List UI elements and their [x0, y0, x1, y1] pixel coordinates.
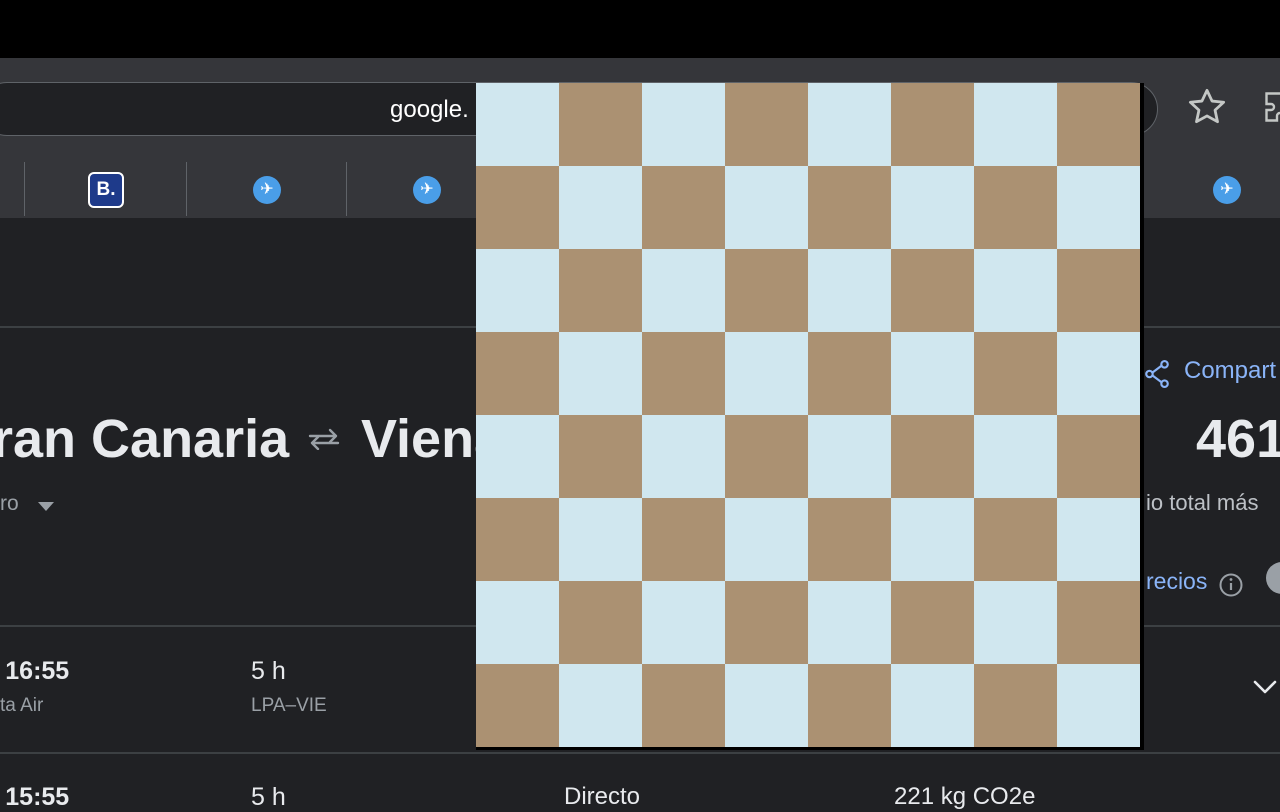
board-square: [1057, 581, 1140, 664]
board-square: [559, 332, 642, 415]
board-square: [476, 166, 559, 249]
board-square: [476, 249, 559, 332]
lowest-price: 461: [1196, 409, 1280, 469]
board-square: [891, 415, 974, 498]
board-square: [559, 664, 642, 747]
board-square: [725, 83, 808, 166]
board-square: [559, 83, 642, 166]
board-square: [642, 249, 725, 332]
flight-emissions: 221 kg CO2e: [894, 783, 1036, 810]
board-square: [725, 332, 808, 415]
bookmark-separator: [186, 162, 187, 216]
board-square: [891, 249, 974, 332]
board-square: [559, 581, 642, 664]
board-square: [1057, 332, 1140, 415]
board-square: [974, 166, 1057, 249]
board-square: [642, 664, 725, 747]
puzzle-icon[interactable]: [1262, 88, 1280, 126]
board-square: [559, 498, 642, 581]
board-square: [476, 581, 559, 664]
board-square: [642, 166, 725, 249]
board-square: [891, 83, 974, 166]
board-square: [642, 581, 725, 664]
bookmark-airplane-icon[interactable]: ✈: [1213, 176, 1241, 204]
board-square: [1057, 83, 1140, 166]
board-square: [808, 498, 891, 581]
board-square: [642, 415, 725, 498]
flight-times[interactable]: - 16:55: [0, 657, 69, 686]
flight-duration: 5 h: [251, 783, 286, 811]
flight-airline: ta Air: [0, 695, 44, 716]
board-square: [974, 83, 1057, 166]
swap-arrows-icon: [308, 428, 340, 450]
board-square: [1057, 498, 1140, 581]
board-square: [559, 249, 642, 332]
board-square: [974, 581, 1057, 664]
bookmark-airplane-icon[interactable]: ✈: [413, 176, 441, 204]
board-square: [725, 249, 808, 332]
board-square: [1057, 415, 1140, 498]
board-square: [725, 498, 808, 581]
board-square: [1057, 249, 1140, 332]
board-square: [891, 332, 974, 415]
board-square: [476, 664, 559, 747]
flight-stops: Directo: [564, 783, 641, 810]
bookmark-separator: [24, 162, 25, 216]
bookmark-booking-icon[interactable]: B.: [88, 172, 124, 208]
board-square: [1057, 166, 1140, 249]
bookmark-separator: [346, 162, 347, 216]
board-square: [725, 415, 808, 498]
board-square: [974, 249, 1057, 332]
board-square: [808, 664, 891, 747]
board-square: [476, 332, 559, 415]
board-square: [974, 332, 1057, 415]
board-square: [891, 664, 974, 747]
flight-route: LPA–VIE: [251, 695, 327, 716]
board-square: [808, 332, 891, 415]
info-icon[interactable]: [1218, 572, 1244, 598]
board-square: [808, 249, 891, 332]
price-caption: io total más: [1146, 490, 1259, 515]
board-square: [476, 498, 559, 581]
board-square: [891, 581, 974, 664]
chevron-down-icon[interactable]: [1252, 678, 1278, 696]
board-square: [725, 581, 808, 664]
board-square: [974, 498, 1057, 581]
board-square: [642, 332, 725, 415]
flight-duration: 5 h: [251, 657, 286, 685]
board-square: [559, 166, 642, 249]
checkerboard-grid: [476, 83, 1140, 747]
share-button[interactable]: Compart: [1184, 357, 1276, 385]
board-square: [808, 581, 891, 664]
origin-city: ran Canaria: [0, 409, 290, 469]
board-square: [891, 498, 974, 581]
address-text[interactable]: google.: [390, 96, 469, 124]
board-square: [1057, 664, 1140, 747]
flight-times[interactable]: - 15:55: [0, 783, 69, 812]
board-square: [642, 83, 725, 166]
board-square: [725, 166, 808, 249]
bookmark-airplane-icon[interactable]: ✈: [253, 176, 281, 204]
track-prices-label[interactable]: recios: [1146, 568, 1207, 595]
board-square: [476, 415, 559, 498]
board-square: [974, 664, 1057, 747]
board-square: [476, 83, 559, 166]
share-icon[interactable]: [1144, 360, 1170, 388]
window-top-bar: [0, 0, 1280, 58]
caret-down-icon[interactable]: [38, 502, 54, 511]
board-square: [891, 166, 974, 249]
board-square: [725, 664, 808, 747]
checkerboard-overlay: [476, 83, 1144, 750]
star-icon[interactable]: [1186, 86, 1228, 128]
board-square: [808, 166, 891, 249]
board-square: [559, 415, 642, 498]
board-square: [808, 415, 891, 498]
divider: [0, 752, 1280, 754]
board-square: [808, 83, 891, 166]
trip-type-select[interactable]: ro: [0, 492, 19, 516]
board-square: [974, 415, 1057, 498]
board-square: [642, 498, 725, 581]
